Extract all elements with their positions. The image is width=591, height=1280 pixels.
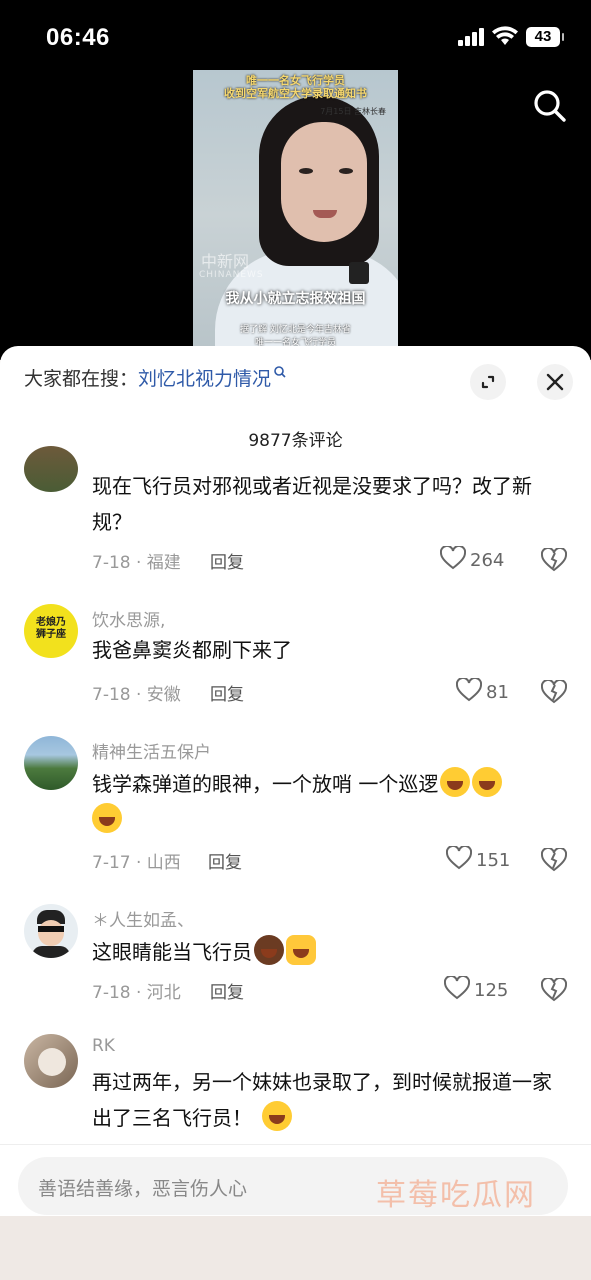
avatar[interactable]	[24, 1034, 78, 1088]
laugh-emoji-icon	[440, 767, 471, 797]
username[interactable]: 精神生活五保户	[92, 738, 211, 763]
expand-icon	[481, 375, 495, 389]
username[interactable]: 饮水思源,	[92, 606, 165, 631]
like-count: 264	[470, 550, 505, 571]
video-area: 06:46 43 唯一一名女飞行学员 收到空军航空大学录取通知书 7月15日 吉…	[0, 0, 591, 360]
wifi-icon	[492, 26, 518, 45]
comment-meta: 7-17 · 山西	[92, 853, 181, 873]
signal-icon	[458, 28, 486, 46]
comment-text: 再过两年，另一个妹妹也录取了，到时候就报道一家出了三名飞行员！	[92, 1070, 552, 1131]
like-button[interactable]: 264	[439, 544, 505, 571]
like-button[interactable]: 125	[443, 974, 509, 1001]
dislike-icon[interactable]	[541, 848, 567, 872]
video-caption-2: 收到空军航空大学录取通知书	[224, 87, 367, 100]
laugh-emoji-icon	[92, 803, 122, 833]
close-button[interactable]	[537, 364, 573, 400]
trending-search[interactable]: 大家都在搜：刘忆北视力情况	[24, 364, 287, 391]
comment-meta: 7-18 · 河北	[92, 983, 181, 1003]
comment-sheet: 大家都在搜：刘忆北视力情况 9877条评论 现在飞行员对邪视或者近视是没要求了吗…	[0, 346, 591, 1216]
like-button[interactable]: 81	[455, 676, 509, 703]
video-subtitle: 我从小就立志报效祖国	[225, 291, 366, 307]
battery-icon: 43	[526, 27, 564, 47]
like-count: 81	[486, 682, 509, 703]
avatar[interactable]	[24, 446, 78, 492]
reply-button[interactable]: 回复	[208, 848, 242, 873]
dislike-icon[interactable]	[541, 978, 567, 1002]
comment-count: 9877条评论	[248, 431, 343, 451]
search-icon[interactable]	[530, 86, 570, 126]
dislike-icon[interactable]	[541, 548, 567, 572]
status-time: 06:46	[46, 24, 110, 51]
like-count: 125	[474, 980, 509, 1001]
search-small-icon	[274, 366, 286, 378]
avatar[interactable]	[24, 736, 78, 790]
username[interactable]: ＊人生如孟、	[92, 906, 194, 931]
heart-icon	[455, 676, 483, 702]
comment-meta: 7-18 · 福建	[92, 553, 181, 573]
trending-keyword[interactable]: 刘忆北视力情况	[138, 368, 271, 390]
reply-button[interactable]: 回复	[210, 548, 244, 573]
thumbs-up-icon	[286, 935, 316, 965]
site-watermark: 草莓吃瓜网	[376, 1178, 536, 1213]
laugh-emoji-icon	[472, 767, 503, 797]
dislike-icon[interactable]	[541, 680, 567, 704]
video-watermark: 中新网	[201, 252, 250, 271]
video-watermark-en: CHINANEWS	[199, 270, 264, 280]
comment-meta: 7-18 · 安徽	[92, 685, 181, 705]
comment-text: 这眼睛能当飞行员	[92, 934, 570, 970]
comment-input-placeholder: 善语结善缘，恶言伤人心	[38, 1178, 248, 1200]
laugh-emoji-icon	[262, 1101, 292, 1131]
comment-text: 钱学森弹道的眼神，一个放哨 一个巡逻	[92, 766, 570, 838]
heart-icon	[443, 974, 471, 1000]
reply-button[interactable]: 回复	[210, 978, 244, 1003]
status-bar: 06:46 43	[0, 0, 591, 72]
avatar[interactable]	[24, 904, 78, 958]
username[interactable]: RK	[92, 1036, 115, 1056]
like-button[interactable]: 151	[445, 844, 511, 871]
video-thumbnail[interactable]: 唯一一名女飞行学员 收到空军航空大学录取通知书 7月15日 吉林长春 中新网 C…	[193, 70, 398, 360]
like-count: 151	[476, 850, 511, 871]
comment-text: 我爸鼻窦炎都刷下来了	[92, 638, 292, 662]
video-date: 7月15日 吉林长春	[320, 107, 386, 116]
expand-button[interactable]	[470, 364, 506, 400]
close-icon	[546, 373, 564, 391]
reply-button[interactable]: 回复	[210, 680, 244, 705]
heart-icon	[439, 544, 467, 570]
surprised-emoji-icon	[254, 935, 284, 965]
avatar[interactable]: 老娘乃 狮子座	[24, 604, 78, 658]
comment-text: 现在飞行员对邪视或者近视是没要求了吗？改了新规？	[92, 474, 532, 534]
heart-icon	[445, 844, 473, 870]
